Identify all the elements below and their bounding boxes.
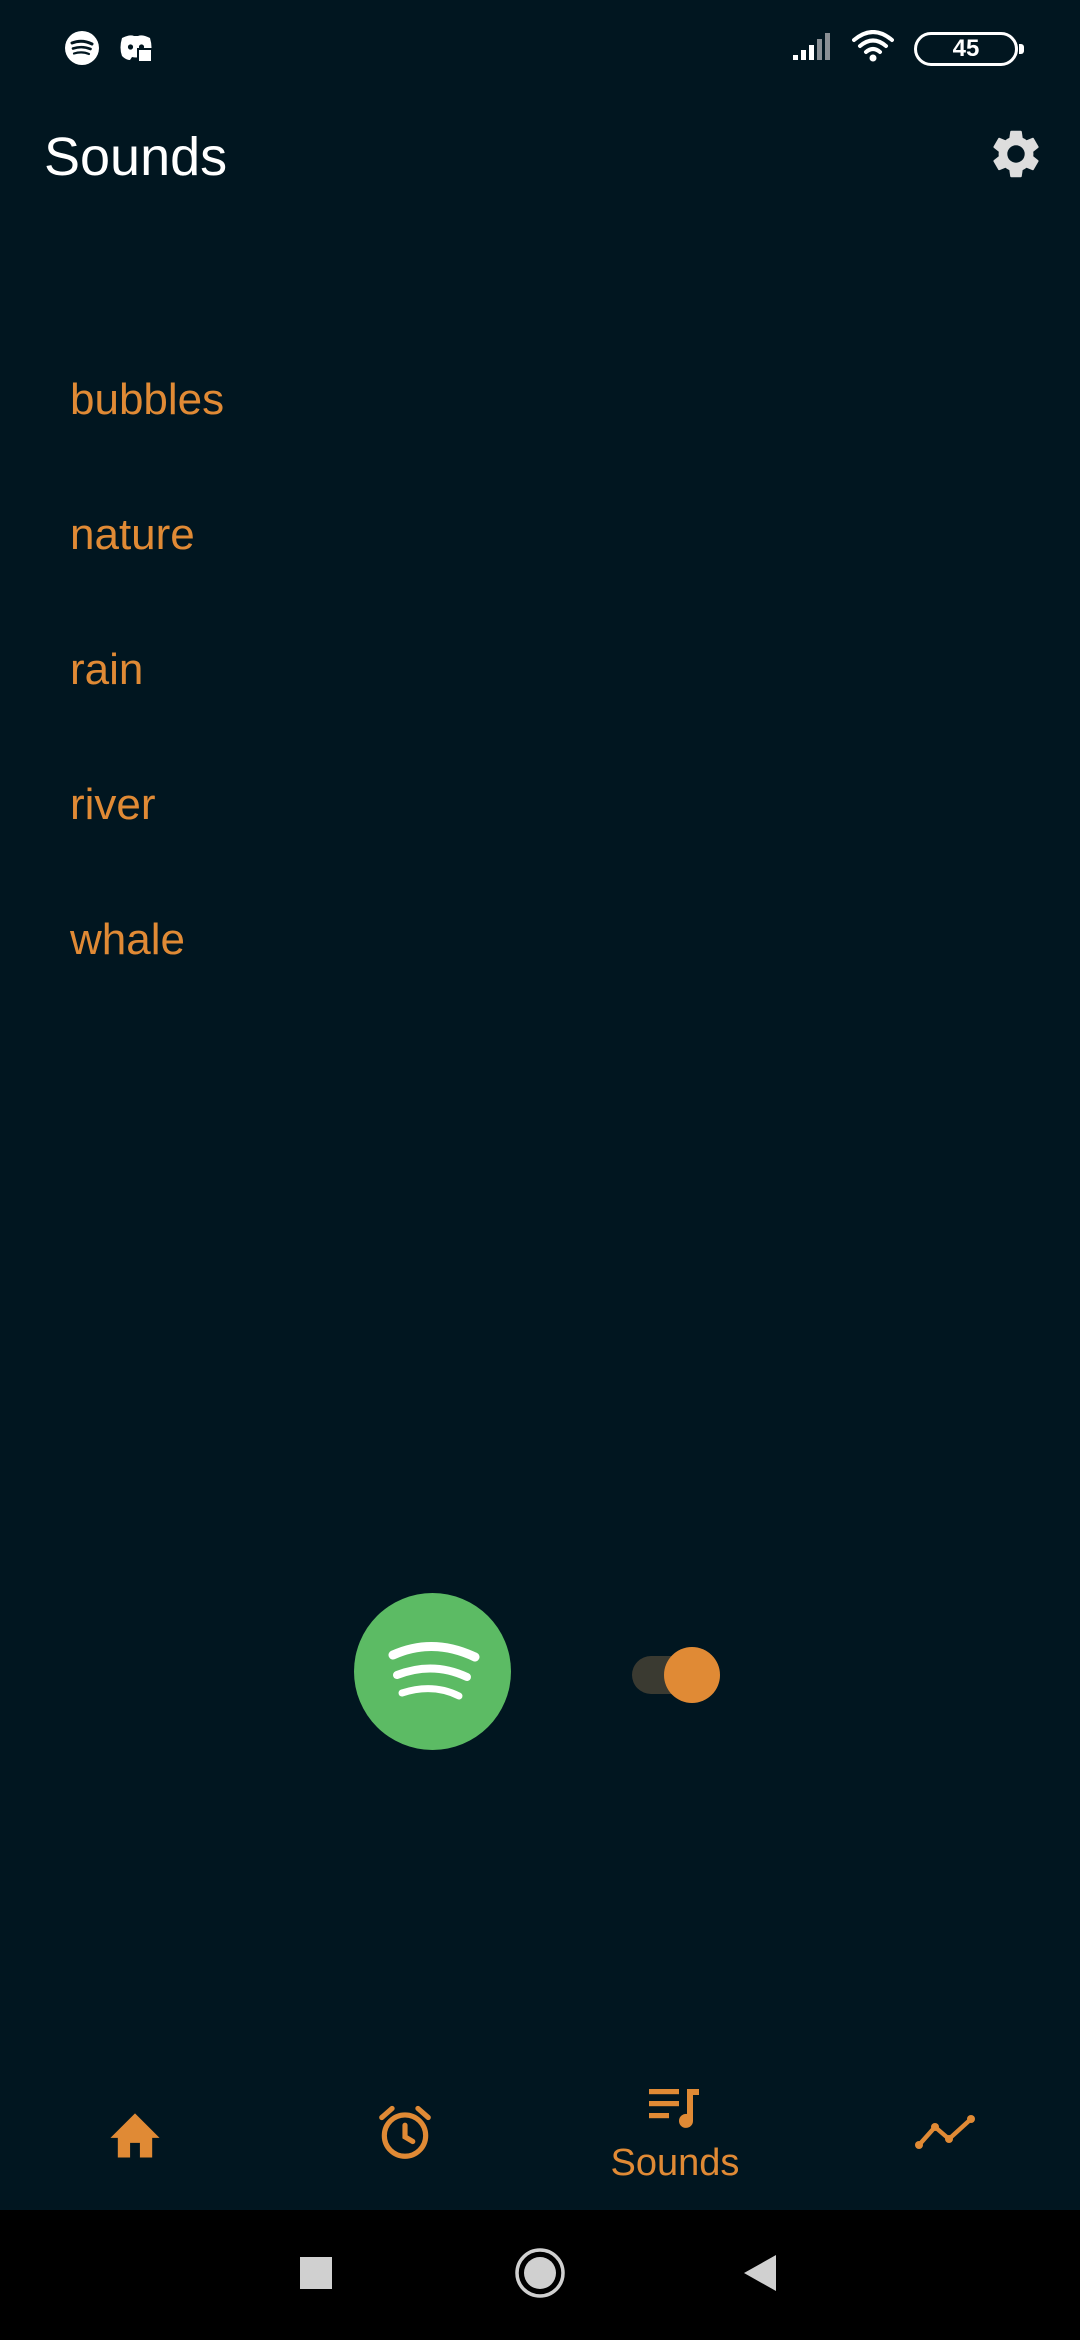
back-triangle-icon — [742, 2253, 778, 2298]
trend-line-icon — [913, 2113, 977, 2158]
screen: 45 Sounds bubbles nature rain river whal… — [0, 0, 1080, 2340]
nav-sounds[interactable]: Sounds — [540, 2060, 810, 2210]
sound-label: whale — [70, 914, 185, 964]
sound-label: nature — [70, 509, 195, 559]
home-icon — [105, 2106, 165, 2165]
back-button[interactable] — [730, 2245, 790, 2305]
spotify-button[interactable] — [354, 1593, 511, 1750]
recents-square-icon — [299, 2256, 333, 2295]
toggle-thumb — [664, 1647, 720, 1703]
sound-list: bubbles nature rain river whale — [0, 332, 1080, 1007]
nav-stats[interactable] — [810, 2060, 1080, 2210]
battery-level: 45 — [952, 34, 980, 62]
sound-label: rain — [70, 644, 144, 694]
settings-button[interactable] — [984, 124, 1048, 188]
wifi-icon — [852, 30, 894, 67]
queue-music-icon — [647, 2085, 703, 2138]
sound-item-nature[interactable]: nature — [0, 467, 1080, 602]
home-circle-icon — [514, 2247, 566, 2304]
status-left — [64, 30, 154, 71]
sound-label: bubbles — [70, 374, 225, 424]
bottom-navigation: Sounds — [0, 2060, 1080, 2210]
status-bar: 45 — [0, 0, 1080, 100]
spotify-icon — [383, 1629, 483, 1714]
battery-icon: 45 — [914, 31, 1024, 66]
page-title: Sounds — [44, 127, 228, 187]
sound-item-rain[interactable]: rain — [0, 602, 1080, 737]
recents-button[interactable] — [286, 2245, 346, 2305]
nav-alarm[interactable] — [270, 2060, 540, 2210]
sound-item-bubbles[interactable]: bubbles — [0, 332, 1080, 467]
discord-icon — [118, 32, 154, 69]
nav-label-sounds: Sounds — [610, 2142, 740, 2184]
nav-home[interactable] — [0, 2060, 270, 2210]
sound-item-river[interactable]: river — [0, 737, 1080, 872]
spotify-icon — [64, 30, 100, 71]
sound-toggle-switch[interactable] — [632, 1647, 722, 1705]
sound-item-whale[interactable]: whale — [0, 872, 1080, 1007]
alarm-clock-icon — [374, 2102, 436, 2169]
home-system-button[interactable] — [510, 2245, 570, 2305]
system-navigation-bar — [0, 2210, 1080, 2340]
gear-icon — [987, 125, 1045, 188]
signal-icon — [792, 31, 832, 66]
sound-label: river — [70, 779, 156, 829]
status-right: 45 — [792, 30, 1024, 67]
